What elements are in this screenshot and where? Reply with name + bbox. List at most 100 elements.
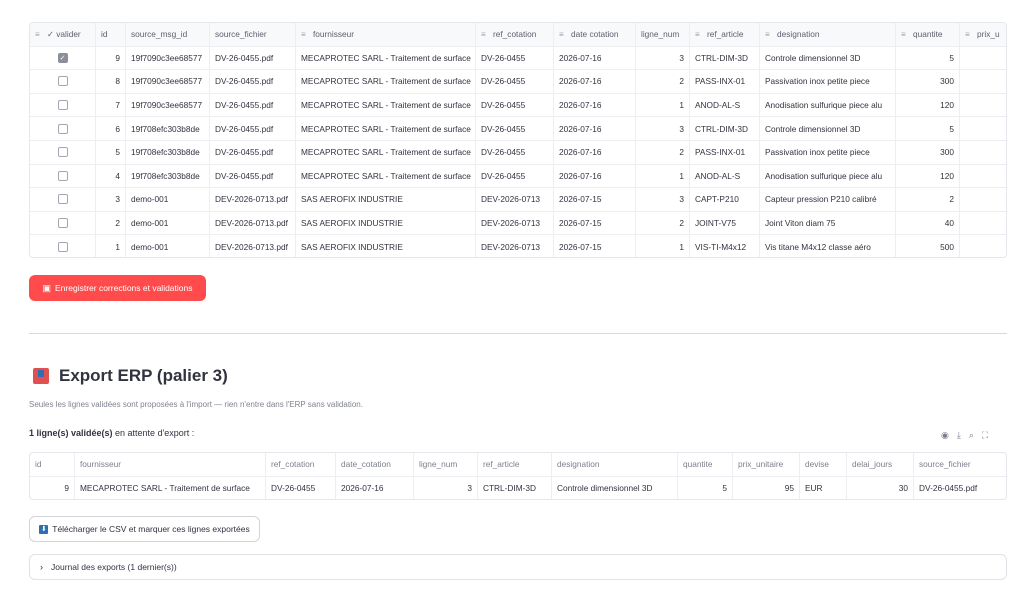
validate-checkbox[interactable] (57, 170, 68, 181)
column-header-designation[interactable]: ≡ designation (760, 23, 896, 46)
column-header-date-cotation[interactable]: ≡ date cotation (554, 23, 636, 46)
cell-source-msg-id[interactable]: demo-001 (126, 235, 210, 257)
cell-prix-unitaire[interactable] (960, 165, 1006, 188)
eye-icon[interactable]: ◉ (941, 430, 949, 441)
cell-source-fichier[interactable]: DEV-2026-0713.pdf (210, 188, 296, 211)
cell-ref-article[interactable]: VIS-TI-M4x12 (690, 235, 760, 257)
cell-source-fichier[interactable]: DV-26-0455.pdf (210, 164, 296, 188)
cell-date-cotation[interactable]: 2026-07-15 (554, 188, 636, 211)
fullscreen-icon[interactable]: ⛶ (982, 430, 988, 441)
cell-designation[interactable]: Passivation inox petite piece (760, 70, 896, 93)
validate-checkbox[interactable] (57, 147, 68, 158)
cell-source-fichier[interactable]: DV-26-0455.pdf (210, 93, 296, 117)
column-header-id[interactable]: id (96, 23, 126, 46)
cell-id[interactable]: 4 (96, 164, 126, 188)
cell-ref-article[interactable]: CAPT-P210 (690, 188, 760, 211)
cell-ref-cotation[interactable]: DEV-2026-0713 (476, 235, 554, 257)
cell-ref-cotation[interactable]: DV-26-0455 (476, 164, 554, 188)
cell-ref-cotation[interactable]: DV-26-0455 (476, 93, 554, 117)
cell-date-cotation[interactable]: 2026-07-16 (554, 46, 636, 70)
cell-quantite[interactable]: 300 (896, 140, 960, 164)
cell-ligne-num[interactable]: 1 (636, 235, 690, 257)
cell-prix-unitaire[interactable] (960, 117, 1006, 140)
cell-designation[interactable]: Controle dimensionnel 3D (760, 46, 896, 70)
cell-fournisseur[interactable]: MECAPROTEC SARL - Traitement de surface (296, 46, 476, 70)
table-row[interactable]: 3 demo-001 DEV-2026-0713.pdf SAS AEROFIX IN… (30, 188, 1006, 212)
cell-designation[interactable]: Vis titane M4x12 classe aéro (760, 235, 896, 257)
cell-id[interactable]: 3 (96, 188, 126, 211)
validate-checkbox[interactable] (57, 242, 68, 253)
cell-source-fichier[interactable]: DEV-2026-0713.pdf (210, 235, 296, 257)
cell-date-cotation[interactable]: 2026-07-16 (554, 93, 636, 117)
cell-designation[interactable]: Passivation inox petite piece (760, 140, 896, 164)
cell-date-cotation[interactable]: 2026-07-15 (554, 235, 636, 257)
column-header-prix-unitaire[interactable]: ≡ prix_u (960, 23, 1006, 46)
cell-prix-unitaire[interactable] (960, 94, 1006, 117)
cell-fournisseur[interactable]: MECAPROTEC SARL - Traitement de surface (296, 70, 476, 93)
table-row[interactable]: 2 demo-001 DEV-2026-0713.pdf SAS AEROFIX IN… (30, 211, 1006, 236)
cell-date-cotation[interactable]: 2026-07-16 (554, 117, 636, 140)
cell-date-cotation[interactable]: 2026-07-16 (554, 164, 636, 188)
cell-ligne-num[interactable]: 1 (636, 164, 690, 188)
cell-ligne-num[interactable]: 3 (636, 46, 690, 70)
cell-ligne-num[interactable]: 2 (636, 140, 690, 164)
cell-id[interactable]: 8 (96, 70, 126, 93)
cell-ref-cotation[interactable]: DV-26-0455 (476, 140, 554, 164)
cell-designation[interactable]: Anodisation sulfurique piece alu (760, 93, 896, 117)
cell-ref-article[interactable]: CTRL-DIM-3D (690, 46, 760, 70)
validate-checkbox[interactable] (57, 123, 68, 134)
cell-source-msg-id[interactable]: demo-001 (126, 211, 210, 235)
column-header-quantite[interactable]: ≡ quantite (896, 23, 960, 46)
cell-prix-unitaire[interactable] (960, 235, 1006, 257)
cell-quantite[interactable]: 5 (896, 46, 960, 70)
cell-ref-article[interactable]: CTRL-DIM-3D (690, 117, 760, 140)
cell-id[interactable]: 1 (96, 235, 126, 257)
export-col-designation[interactable]: designation (552, 453, 678, 476)
cell-source-msg-id[interactable]: 19f7090c3ee68577 (126, 70, 210, 93)
save-validations-button[interactable]: ▣ Enregistrer corrections et validations (29, 275, 206, 301)
table-row[interactable]: 7 19f7090c3ee68577 DV-26-0455.pdf MECAPROTE… (30, 93, 1006, 118)
cell-date-cotation[interactable]: 2026-07-16 (554, 70, 636, 93)
table-row[interactable]: 6 19f708efc303b8de DV-26-0455.pdf MECAPROTE… (30, 117, 1006, 141)
cell-date-cotation[interactable]: 2026-07-15 (554, 211, 636, 235)
export-journal-expander[interactable]: › Journal des exports (1 dernier(s)) (29, 554, 1007, 580)
cell-source-fichier[interactable]: DV-26-0455.pdf (210, 46, 296, 70)
table-row[interactable]: 9 MECAPROTEC SARL - Traitement de surfac… (30, 476, 1006, 499)
column-header-valider[interactable]: ≡ ✓ valider (30, 23, 96, 46)
cell-source-msg-id[interactable]: 19f708efc303b8de (126, 164, 210, 188)
column-header-source-fichier[interactable]: source_fichier (210, 23, 296, 46)
cell-ref-article[interactable]: ANOD-AL-S (690, 164, 760, 188)
column-header-source-msg-id[interactable]: source_msg_id (126, 23, 210, 46)
download-icon[interactable]: ⤓ (957, 430, 961, 441)
cell-quantite[interactable]: 120 (896, 93, 960, 117)
validate-checkbox[interactable] (57, 100, 68, 111)
cell-id[interactable]: 6 (96, 117, 126, 140)
cell-ref-article[interactable]: JOINT-V75 (690, 211, 760, 235)
cell-source-msg-id[interactable]: 19f708efc303b8de (126, 117, 210, 140)
export-col-ref-article[interactable]: ref_article (478, 453, 552, 476)
cell-ref-article[interactable]: PASS-INX-01 (690, 70, 760, 93)
table-row[interactable]: 5 19f708efc303b8de DV-26-0455.pdf MECAPROTE… (30, 140, 1006, 165)
export-col-ref-cotation[interactable]: ref_cotation (266, 453, 336, 476)
cell-ligne-num[interactable]: 1 (636, 93, 690, 117)
export-col-id[interactable]: id (30, 453, 75, 476)
validate-checkbox[interactable] (57, 218, 68, 229)
cell-fournisseur[interactable]: SAS AEROFIX INDUSTRIE (296, 235, 476, 257)
export-col-ligne-num[interactable]: ligne_num (414, 453, 478, 476)
download-csv-button[interactable]: ⬇ Télécharger le CSV et marquer ces lign… (29, 516, 260, 542)
cell-designation[interactable]: Capteur pression P210 calibré (760, 188, 896, 211)
cell-ref-cotation[interactable]: DEV-2026-0713 (476, 188, 554, 211)
cell-quantite[interactable]: 500 (896, 235, 960, 257)
cell-id[interactable]: 5 (96, 140, 126, 164)
validation-data-grid[interactable]: ≡ ✓ valider id source_msg_id source_fichi… (29, 22, 1007, 258)
cell-designation[interactable]: Controle dimensionnel 3D (760, 117, 896, 140)
cell-prix-unitaire[interactable] (960, 212, 1006, 235)
cell-ref-article[interactable]: PASS-INX-01 (690, 140, 760, 164)
cell-quantite[interactable]: 120 (896, 164, 960, 188)
cell-ref-cotation[interactable]: DV-26-0455 (476, 46, 554, 70)
export-col-fournisseur[interactable]: fournisseur (75, 453, 266, 476)
table-row[interactable]: 8 19f7090c3ee68577 DV-26-0455.pdf MECAPROTE… (30, 70, 1006, 94)
table-row[interactable]: 4 19f708efc303b8de DV-26-0455.pdf MECAPROTE… (30, 164, 1006, 189)
cell-prix-unitaire[interactable] (960, 188, 1006, 211)
column-header-ligne-num[interactable]: ligne_num (636, 23, 690, 46)
